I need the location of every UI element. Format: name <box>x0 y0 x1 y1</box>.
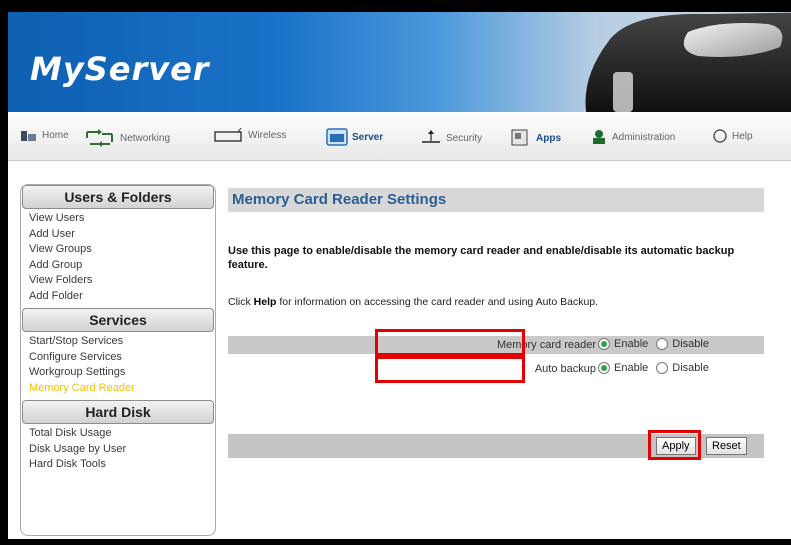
sidebar-link-start-stop-services[interactable]: Start/Stop Services <box>29 334 215 350</box>
sidebar-list-users-folders: View Users Add User View Groups Add Grou… <box>21 209 215 308</box>
sidebar-link-disk-usage-by-user[interactable]: Disk Usage by User <box>29 442 215 458</box>
nav-administration-label: Administration <box>612 131 676 143</box>
highlight-box-auto-backup <box>375 356 525 383</box>
security-icon <box>422 130 440 143</box>
nav-security[interactable]: Security <box>420 128 482 148</box>
highlight-box-memory-card-reader <box>375 329 525 356</box>
sidebar-link-view-folders[interactable]: View Folders <box>29 273 215 289</box>
nav-help[interactable]: Help <box>712 128 753 144</box>
app-window: MyServer Home Networking Wireless Server… <box>8 12 791 539</box>
memory-card-reader-disable-label[interactable]: Disable <box>672 338 709 350</box>
top-nav: Home Networking Wireless Server Security… <box>8 112 791 161</box>
nav-apps[interactable]: Apps <box>510 128 561 148</box>
sidebar-link-configure-services[interactable]: Configure Services <box>29 350 215 366</box>
sidebar-link-view-groups[interactable]: View Groups <box>29 242 215 258</box>
sidebar-list-hard-disk: Total Disk Usage Disk Usage by User Hard… <box>21 424 215 477</box>
nav-home[interactable]: Home <box>20 128 69 142</box>
auto-backup-enable-label[interactable]: Enable <box>614 362 648 374</box>
help-suffix: for information on accessing the card re… <box>276 296 599 308</box>
help-text: Click Help for information on accessing … <box>228 296 768 308</box>
auto-backup-disable-label[interactable]: Disable <box>672 362 709 374</box>
nav-wireless-label: Wireless <box>248 129 287 141</box>
nav-server-label: Server <box>352 131 384 143</box>
memory-card-reader-disable-radio[interactable] <box>656 338 669 350</box>
network-icon <box>86 129 113 147</box>
help-prefix: Click <box>228 296 254 308</box>
nav-administration[interactable]: Administration <box>590 128 675 146</box>
nav-networking[interactable]: Networking <box>84 128 170 148</box>
memory-card-reader-enable-radio[interactable] <box>598 338 610 350</box>
highlight-box-apply <box>648 430 701 460</box>
auto-backup-options: Enable Disable <box>598 362 713 374</box>
nav-help-label: Help <box>732 130 753 142</box>
auto-backup-disable-radio[interactable] <box>656 362 669 374</box>
nav-networking-label: Networking <box>120 132 171 144</box>
nav-wireless[interactable]: Wireless <box>214 128 286 142</box>
administration-icon <box>593 130 605 144</box>
sidebar-link-memory-card-reader[interactable]: Memory Card Reader <box>29 381 215 397</box>
auto-backup-enable-radio[interactable] <box>598 362 610 374</box>
logo[interactable]: MyServer <box>30 50 210 88</box>
nav-apps-label: Apps <box>536 132 561 144</box>
sidebar-link-workgroup-settings[interactable]: Workgroup Settings <box>29 365 215 381</box>
sidebar-section-services: Services <box>22 308 214 332</box>
nav-security-label: Security <box>446 132 483 144</box>
router-device-image <box>585 12 791 112</box>
sidebar-link-add-group[interactable]: Add Group <box>29 258 215 274</box>
setting-label-auto-backup: Auto backup <box>534 363 596 375</box>
memory-card-reader-enable-label[interactable]: Enable <box>614 338 648 350</box>
reset-button[interactable]: Reset <box>706 437 747 455</box>
header-banner: MyServer <box>8 12 791 112</box>
help-link[interactable]: Help <box>254 296 277 308</box>
sidebar: Users & Folders View Users Add User View… <box>20 184 216 536</box>
memory-card-reader-options: Enable Disable <box>598 338 713 350</box>
sidebar-link-add-user[interactable]: Add User <box>29 227 215 243</box>
apps-icon <box>511 129 528 146</box>
home-icon <box>21 131 36 141</box>
sidebar-link-total-disk-usage[interactable]: Total Disk Usage <box>29 426 215 442</box>
sidebar-link-add-folder[interactable]: Add Folder <box>29 289 215 305</box>
sidebar-link-hard-disk-tools[interactable]: Hard Disk Tools <box>29 457 215 473</box>
sidebar-section-users-folders: Users & Folders <box>22 185 214 209</box>
page-title: Memory Card Reader Settings <box>228 188 764 212</box>
sidebar-section-hard-disk: Hard Disk <box>22 400 214 424</box>
nav-server[interactable]: Server <box>326 128 383 146</box>
intro-text: Use this page to enable/disable the memo… <box>228 245 735 271</box>
help-icon <box>713 129 727 143</box>
wireless-icon <box>214 128 242 142</box>
server-icon <box>326 128 348 146</box>
screenshot-frame: MyServer Home Networking Wireless Server… <box>0 0 791 545</box>
sidebar-list-services: Start/Stop Services Configure Services W… <box>21 332 215 400</box>
nav-home-label: Home <box>42 129 69 141</box>
sidebar-link-view-users[interactable]: View Users <box>29 211 215 227</box>
